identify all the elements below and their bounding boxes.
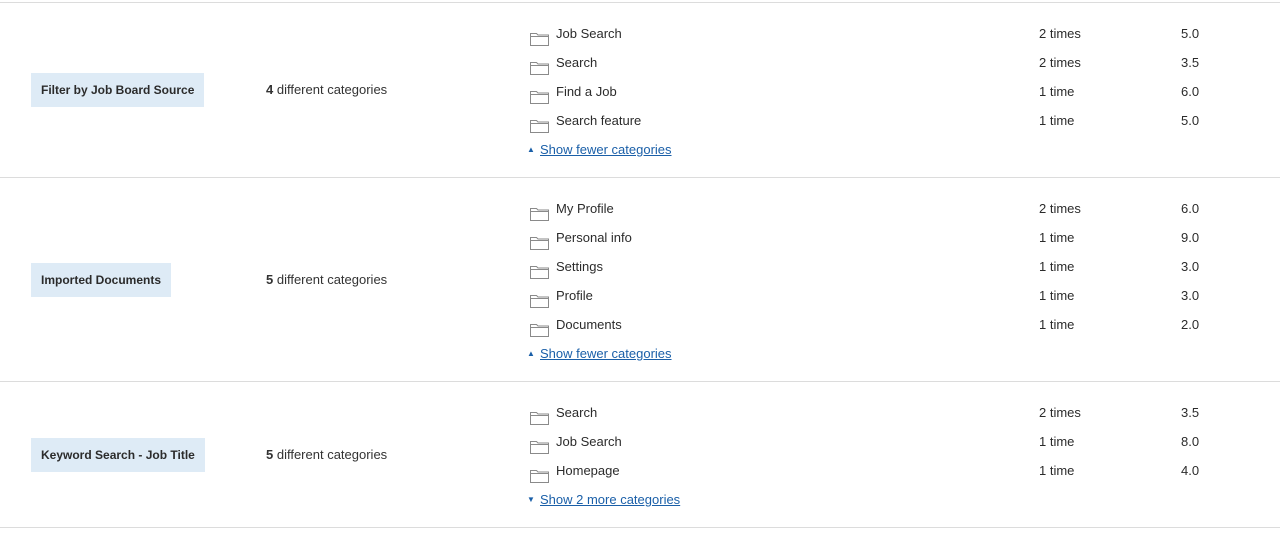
category-score: 6.0 [1181,201,1200,216]
folder-icon [530,27,549,46]
category-row: Search feature 1 time 5.0 [530,106,1230,135]
category-score: 5.0 [1181,26,1200,41]
category-row: Homepage 1 time 4.0 [530,456,1230,485]
category-score: 3.5 [1181,405,1200,420]
show-fewer-categories-toggle[interactable]: ▲ Show fewer categories [527,339,1230,368]
category-score: 2.0 [1181,317,1200,332]
category-name: My Profile [556,201,614,216]
category-occurrences: 2 times [1039,55,1081,70]
folder-icon [530,202,549,221]
group-tag[interactable]: Imported Documents [31,262,172,297]
toggle-categories-link[interactable]: Show fewer categories [540,135,672,164]
folder-icon [530,464,549,483]
category-score: 8.0 [1181,434,1200,449]
category-occurrences: 1 time [1039,230,1075,245]
category-name: Search feature [556,113,642,128]
category-name: Job Search [556,26,622,41]
category-occurrences: 1 time [1039,113,1075,128]
folder-icon [530,85,549,104]
category-occurrences: 2 times [1039,405,1081,420]
category-group: Keyword Search - Job Title 5 different ca… [0,382,1280,528]
folder-icon [530,56,549,75]
category-row: My Profile 2 times 6.0 [530,194,1230,223]
category-name: Personal info [556,230,632,245]
category-name: Profile [556,288,593,303]
category-list: My Profile 2 times 6.0 Personal info 1 time 9… [527,194,1230,368]
toggle-categories-link[interactable]: Show fewer categories [540,339,672,368]
category-name: Homepage [556,463,620,478]
show-fewer-categories-toggle[interactable]: ▲ Show fewer categories [527,135,1230,164]
category-score: 5.0 [1181,113,1200,128]
category-row: Profile 1 time 3.0 [530,281,1230,310]
category-row: Documents 1 time 2.0 [530,310,1230,339]
category-row: Search 2 times 3.5 [530,398,1230,427]
category-group: Imported Documents 5 different categories… [0,178,1280,382]
category-summary: 5 different categories [266,272,387,287]
category-group: Filter by Job Board Source 4 different ca… [0,3,1280,178]
category-summary: 5 different categories [266,447,387,462]
category-row: Job Search 1 time 8.0 [530,427,1230,456]
category-summary-text: different categories [273,446,388,462]
category-summary: 4 different categories [266,82,387,97]
category-score: 3.5 [1181,55,1200,70]
caret-up-icon: ▲ [527,349,535,358]
category-row: Settings 1 time 3.0 [530,252,1230,281]
show-more-categories-toggle[interactable]: ▼ Show 2 more categories [527,485,1230,514]
category-name: Job Search [556,434,622,449]
category-occurrences: 1 time [1039,259,1075,274]
category-name: Search [556,405,598,420]
category-row: Find a Job 1 time 6.0 [530,77,1230,106]
folder-icon [530,289,549,308]
category-occurrences: 2 times [1039,201,1081,216]
folder-icon [530,406,549,425]
group-tag[interactable]: Filter by Job Board Source [31,73,205,107]
category-name: Search [556,55,598,70]
category-occurrences: 1 time [1039,463,1075,478]
category-list: Job Search 2 times 5.0 Search 2 times 3.5 Find… [527,19,1230,164]
group-tag[interactable]: Keyword Search - Job Title [31,437,205,472]
category-occurrences: 2 times [1039,26,1081,41]
category-name: Settings [556,259,603,274]
category-summary-text: different categories [273,82,388,97]
caret-up-icon: ▲ [527,145,535,154]
category-score: 4.0 [1181,463,1200,478]
category-summary-text: different categories [273,271,388,287]
folder-icon [530,435,549,454]
folder-icon [530,260,549,279]
category-row: Search 2 times 3.5 [530,48,1230,77]
category-score: 3.0 [1181,259,1200,274]
category-groups: Filter by Job Board Source 4 different ca… [0,2,1280,528]
category-list: Search 2 times 3.5 Job Search 1 time 8.0 Homep… [527,398,1230,514]
category-occurrences: 1 time [1039,84,1075,99]
folder-icon [530,318,549,337]
category-name: Documents [556,317,622,332]
category-occurrences: 1 time [1039,288,1075,303]
category-row: Job Search 2 times 5.0 [530,19,1230,48]
category-occurrences: 1 time [1039,317,1075,332]
category-score: 6.0 [1181,84,1200,99]
folder-icon [530,231,549,250]
caret-down-icon: ▼ [527,495,535,504]
category-row: Personal info 1 time 9.0 [530,223,1230,252]
category-score: 3.0 [1181,288,1200,303]
category-occurrences: 1 time [1039,434,1075,449]
category-name: Find a Job [556,84,617,99]
folder-icon [530,114,549,133]
category-score: 9.0 [1181,230,1200,245]
toggle-categories-link[interactable]: Show 2 more categories [540,485,680,514]
